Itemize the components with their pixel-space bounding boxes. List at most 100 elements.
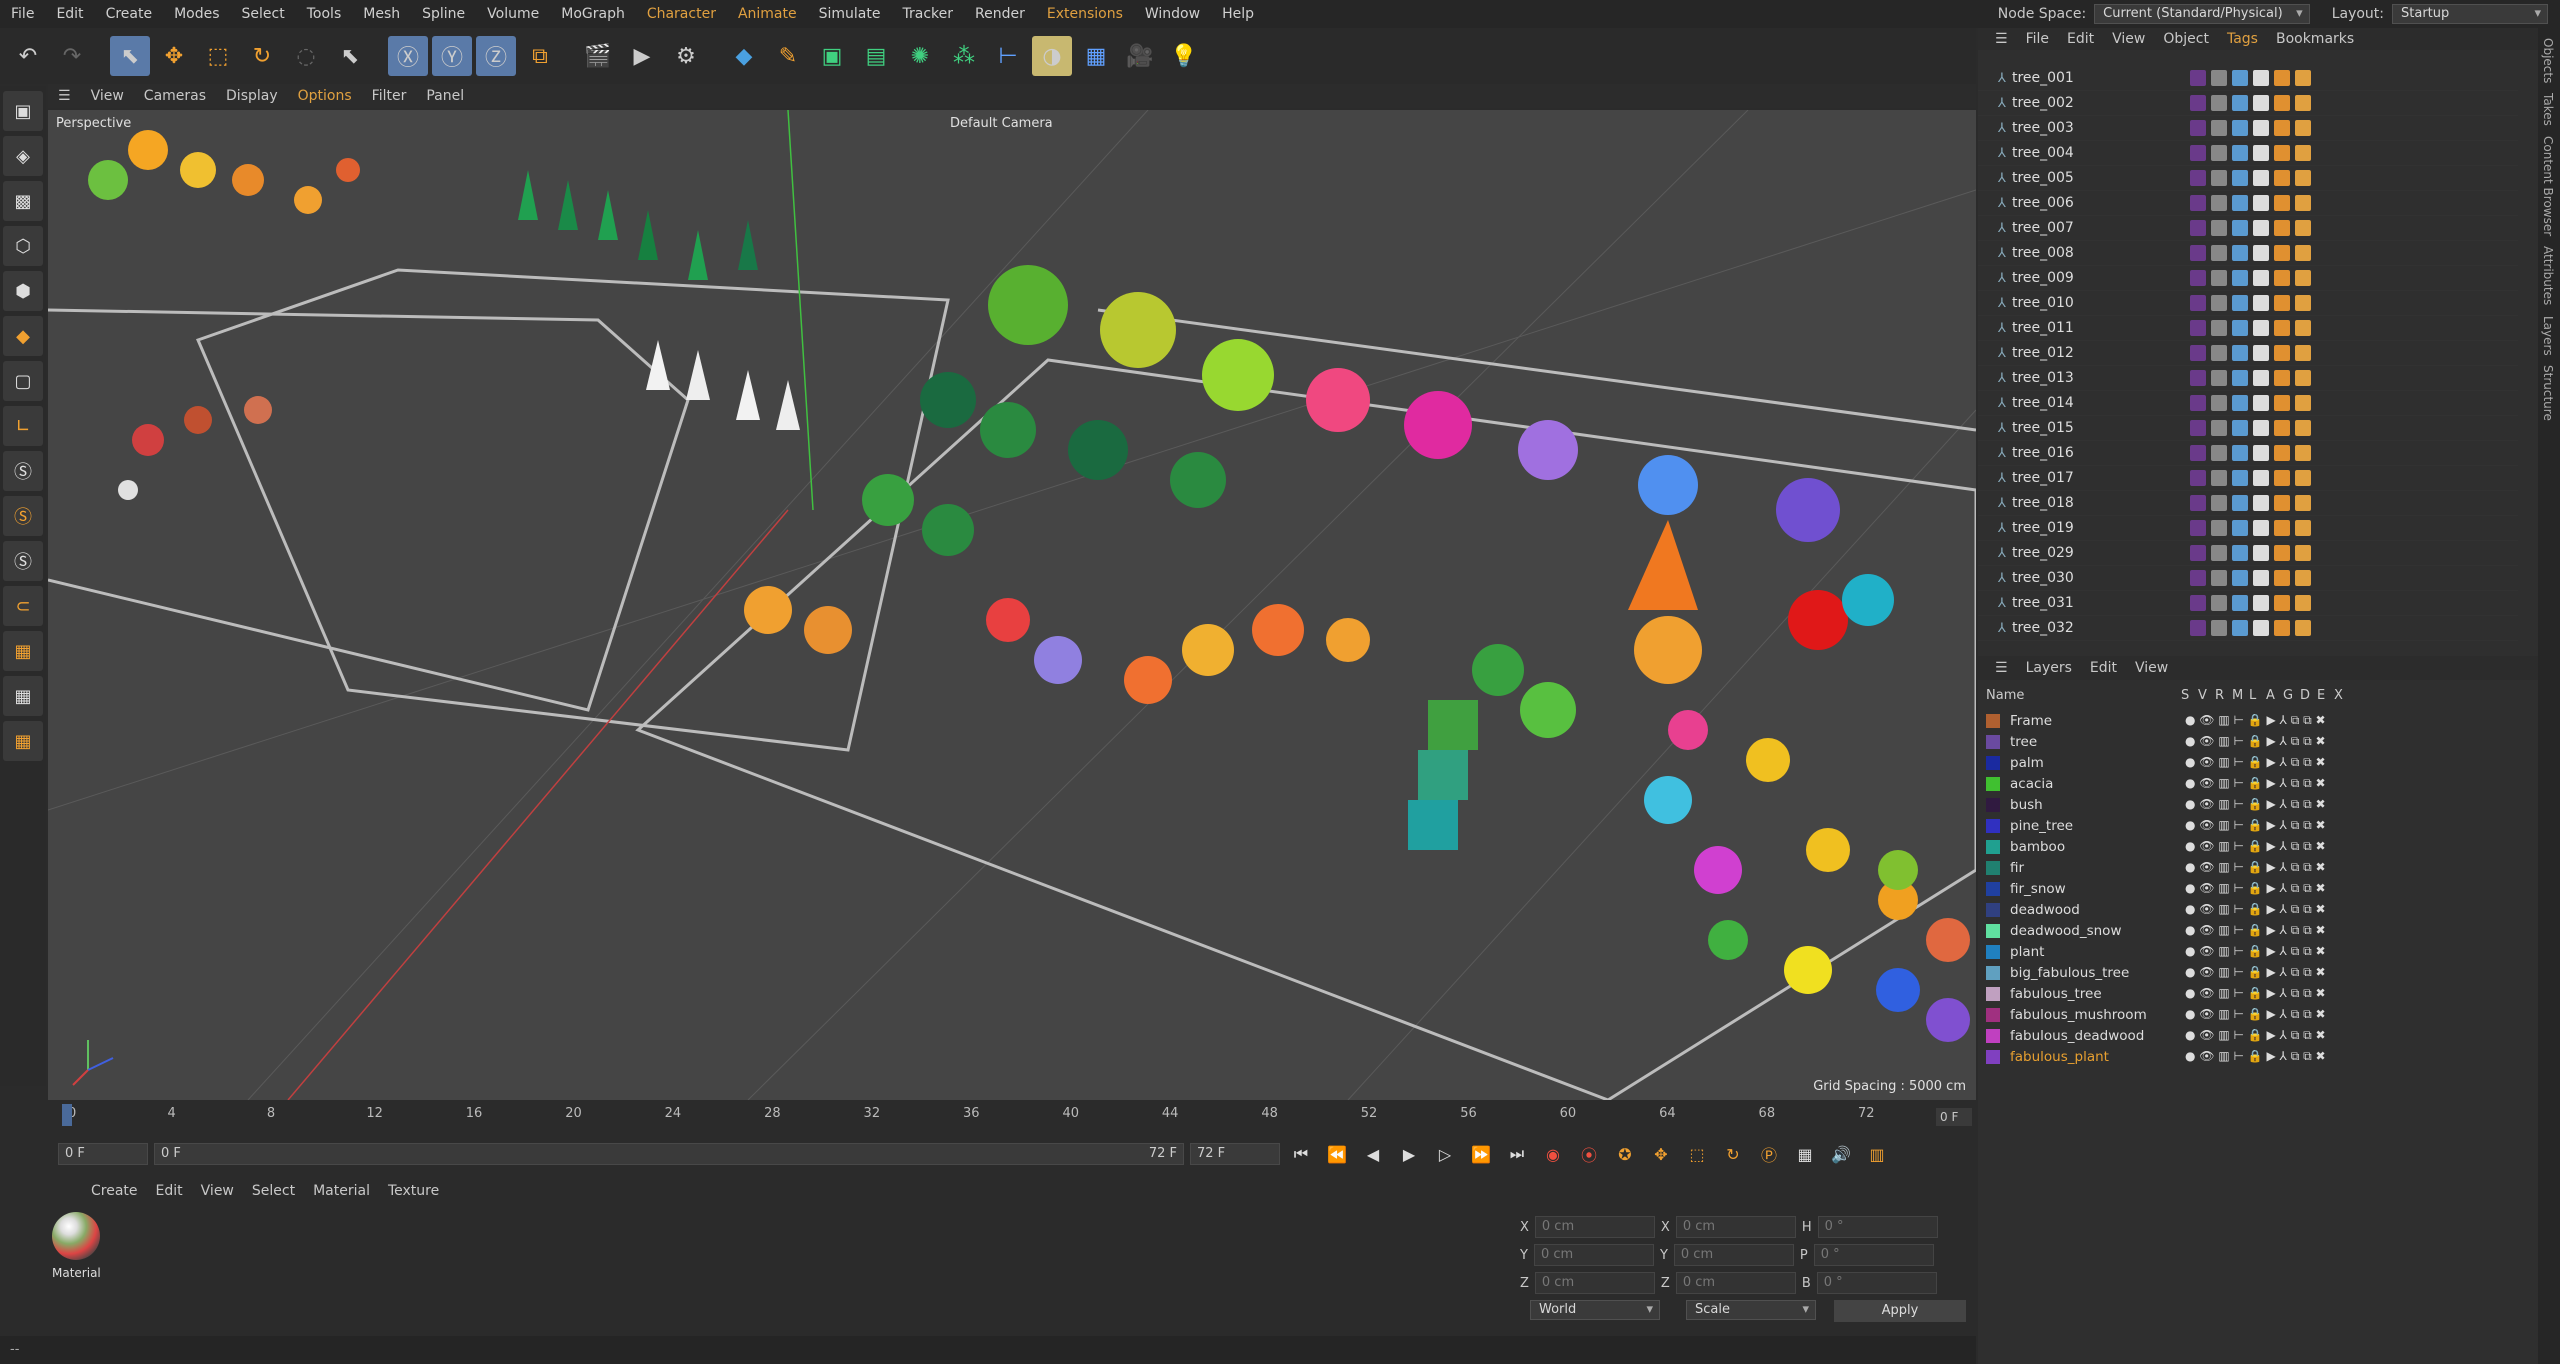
object-tags[interactable]	[2189, 395, 2311, 411]
cloner-icon[interactable]: ✺	[900, 36, 940, 76]
uv-mode-icon[interactable]: ▢	[3, 361, 43, 401]
material-menu-texture[interactable]: Texture	[379, 1183, 448, 1199]
menu-modes[interactable]: Modes	[163, 0, 230, 28]
object-row[interactable]: ⅄ tree_030	[1978, 566, 2518, 591]
make-editable-icon[interactable]: ▣	[3, 91, 43, 131]
menu-render[interactable]: Render	[964, 0, 1036, 28]
move-tool-icon[interactable]: ✥	[154, 36, 194, 76]
extrude-icon[interactable]: ▤	[856, 36, 896, 76]
viewport-menu-cameras[interactable]: Cameras	[134, 88, 216, 104]
menu-character[interactable]: Character	[636, 0, 727, 28]
object-tags[interactable]	[2189, 445, 2311, 461]
render-view-icon[interactable]: ▶	[622, 36, 662, 76]
viewport-menu-display[interactable]: Display	[216, 88, 288, 104]
object-tags[interactable]	[2189, 295, 2311, 311]
object-tags[interactable]	[2189, 570, 2311, 586]
object-tags[interactable]	[2189, 195, 2311, 211]
camera-icon[interactable]: 🎥	[1120, 36, 1160, 76]
layer-name[interactable]: Frame	[2010, 713, 2155, 729]
object-menu-edit[interactable]: Edit	[2058, 31, 2103, 47]
snap-settings-icon[interactable]: Ⓢ	[3, 496, 43, 536]
object-tags[interactable]	[2189, 495, 2311, 511]
layout-dropdown[interactable]: Startup	[2392, 4, 2548, 24]
layers-menu-view[interactable]: View	[2126, 660, 2177, 676]
side-tab-objects[interactable]: Objects	[2541, 38, 2555, 83]
layer-row[interactable]: palm ● 👁 ▥ ⊢ 🔒 ▶ ⅄ ⧉ ⧉ ✖	[1978, 752, 2538, 773]
material-menu-create[interactable]: Create	[82, 1183, 147, 1199]
sound-icon[interactable]: 🔊	[1826, 1139, 1856, 1169]
layer-toggle-icons[interactable]: ● 👁 ▥ ⊢ 🔒 ▶ ⅄ ⧉ ⧉ ✖	[2185, 1007, 2326, 1022]
rot-key-icon[interactable]: ↻	[1718, 1139, 1748, 1169]
object-row[interactable]: ⅄ tree_015	[1978, 416, 2518, 441]
menu-tools[interactable]: Tools	[296, 0, 353, 28]
live-select-icon[interactable]: ⬉	[330, 36, 370, 76]
object-tags[interactable]	[2189, 545, 2311, 561]
rotate-tool-icon[interactable]: ↻	[242, 36, 282, 76]
mograph-icon[interactable]: ⁂	[944, 36, 984, 76]
layer-color-swatch[interactable]	[1986, 818, 2000, 833]
layer-toggle-icons[interactable]: ● 👁 ▥ ⊢ 🔒 ▶ ⅄ ⧉ ⧉ ✖	[2185, 986, 2326, 1001]
menu-select[interactable]: Select	[231, 0, 296, 28]
layer-row[interactable]: bush ● 👁 ▥ ⊢ 🔒 ▶ ⅄ ⧉ ⧉ ✖	[1978, 794, 2538, 815]
scale-tool-icon[interactable]: ⬚	[198, 36, 238, 76]
object-tags[interactable]	[2189, 145, 2311, 161]
menu-extensions[interactable]: Extensions	[1036, 0, 1134, 28]
go-to-start-icon[interactable]: ⏮	[1286, 1139, 1316, 1169]
object-tags[interactable]	[2189, 270, 2311, 286]
layer-color-swatch[interactable]	[1986, 881, 2000, 896]
object-tags[interactable]	[2189, 120, 2311, 136]
side-tab-layers[interactable]: Layers	[2541, 316, 2555, 356]
layer-name[interactable]: big_fabulous_tree	[2010, 965, 2155, 981]
layer-toggle-icons[interactable]: ● 👁 ▥ ⊢ 🔒 ▶ ⅄ ⧉ ⧉ ✖	[2185, 776, 2326, 791]
menu-window[interactable]: Window	[1134, 0, 1211, 28]
layer-toggle-icons[interactable]: ● 👁 ▥ ⊢ 🔒 ▶ ⅄ ⧉ ⧉ ✖	[2185, 1028, 2326, 1043]
layer-toggle-icons[interactable]: ● 👁 ▥ ⊢ 🔒 ▶ ⅄ ⧉ ⧉ ✖	[2185, 818, 2326, 833]
prev-frame-icon[interactable]: ◀	[1358, 1139, 1388, 1169]
viewport-menu-panel[interactable]: Panel	[416, 88, 474, 104]
pos-z-field[interactable]: 0 cm	[1534, 1272, 1655, 1294]
menu-create[interactable]: Create	[95, 0, 164, 28]
material-menu-select[interactable]: Select	[243, 1183, 304, 1199]
layer-toggle-icons[interactable]: ● 👁 ▥ ⊢ 🔒 ▶ ⅄ ⧉ ⧉ ✖	[2185, 902, 2326, 917]
transform-tool-icon[interactable]: ◌	[286, 36, 326, 76]
object-row[interactable]: ⅄ tree_018	[1978, 491, 2518, 516]
layer-name[interactable]: deadwood_snow	[2010, 923, 2155, 939]
layer-row[interactable]: tree ● 👁 ▥ ⊢ 🔒 ▶ ⅄ ⧉ ⧉ ✖	[1978, 731, 2538, 752]
size-z-field[interactable]: 0 cm	[1675, 1272, 1796, 1294]
layer-name[interactable]: fabulous_mushroom	[2010, 1007, 2155, 1023]
menu-file[interactable]: File	[0, 0, 45, 28]
layers-menu-layers[interactable]: Layers	[2017, 660, 2081, 676]
material-preview[interactable]	[52, 1212, 100, 1260]
camera-label[interactable]: Default Camera	[950, 116, 1053, 131]
layer-hamburger-icon[interactable]: ☰	[1986, 660, 2017, 676]
deformer-icon[interactable]: ⊢	[988, 36, 1028, 76]
object-row[interactable]: ⅄ tree_019	[1978, 516, 2518, 541]
render-settings-icon[interactable]: ⚙	[666, 36, 706, 76]
apply-button[interactable]: Apply	[1834, 1300, 1966, 1322]
layer-name[interactable]: fir	[2010, 860, 2155, 876]
layer-toggle-icons[interactable]: ● 👁 ▥ ⊢ 🔒 ▶ ⅄ ⧉ ⧉ ✖	[2185, 734, 2326, 749]
object-tags[interactable]	[2189, 470, 2311, 486]
layer-color-swatch[interactable]	[1986, 986, 2000, 1001]
layer-name[interactable]: plant	[2010, 944, 2155, 960]
autokey-icon[interactable]: ⦿	[1574, 1139, 1604, 1169]
layer-row[interactable]: plant ● 👁 ▥ ⊢ 🔒 ▶ ⅄ ⧉ ⧉ ✖	[1978, 941, 2538, 962]
object-tags[interactable]	[2189, 520, 2311, 536]
menu-simulate[interactable]: Simulate	[808, 0, 892, 28]
layer-row[interactable]: fabulous_tree ● 👁 ▥ ⊢ 🔒 ▶ ⅄ ⧉ ⧉ ✖	[1978, 983, 2538, 1004]
start-frame-field[interactable]: 0 F	[58, 1143, 148, 1165]
size-y-field[interactable]: 0 cm	[1673, 1244, 1794, 1266]
light-icon[interactable]: 💡	[1164, 36, 1204, 76]
pos-key-icon[interactable]: ✥	[1646, 1139, 1676, 1169]
side-tab-content-browser[interactable]: Content Browser	[2541, 136, 2555, 236]
rot-p-field[interactable]: 0 °	[1813, 1244, 1934, 1266]
object-row[interactable]: ⅄ tree_001	[1978, 66, 2518, 91]
layer-name[interactable]: fabulous_plant	[2010, 1049, 2155, 1065]
rot-h-field[interactable]: 0 °	[1817, 1216, 1938, 1238]
menu-animate[interactable]: Animate	[727, 0, 808, 28]
layer-color-swatch[interactable]	[1986, 944, 2000, 959]
frame-range-slider[interactable]: 0 F 72 F	[154, 1143, 1184, 1165]
object-row[interactable]: ⅄ tree_013	[1978, 366, 2518, 391]
layer-color-swatch[interactable]	[1986, 755, 2000, 770]
timeline-current-frame[interactable]: 0 F	[1936, 1108, 1972, 1126]
